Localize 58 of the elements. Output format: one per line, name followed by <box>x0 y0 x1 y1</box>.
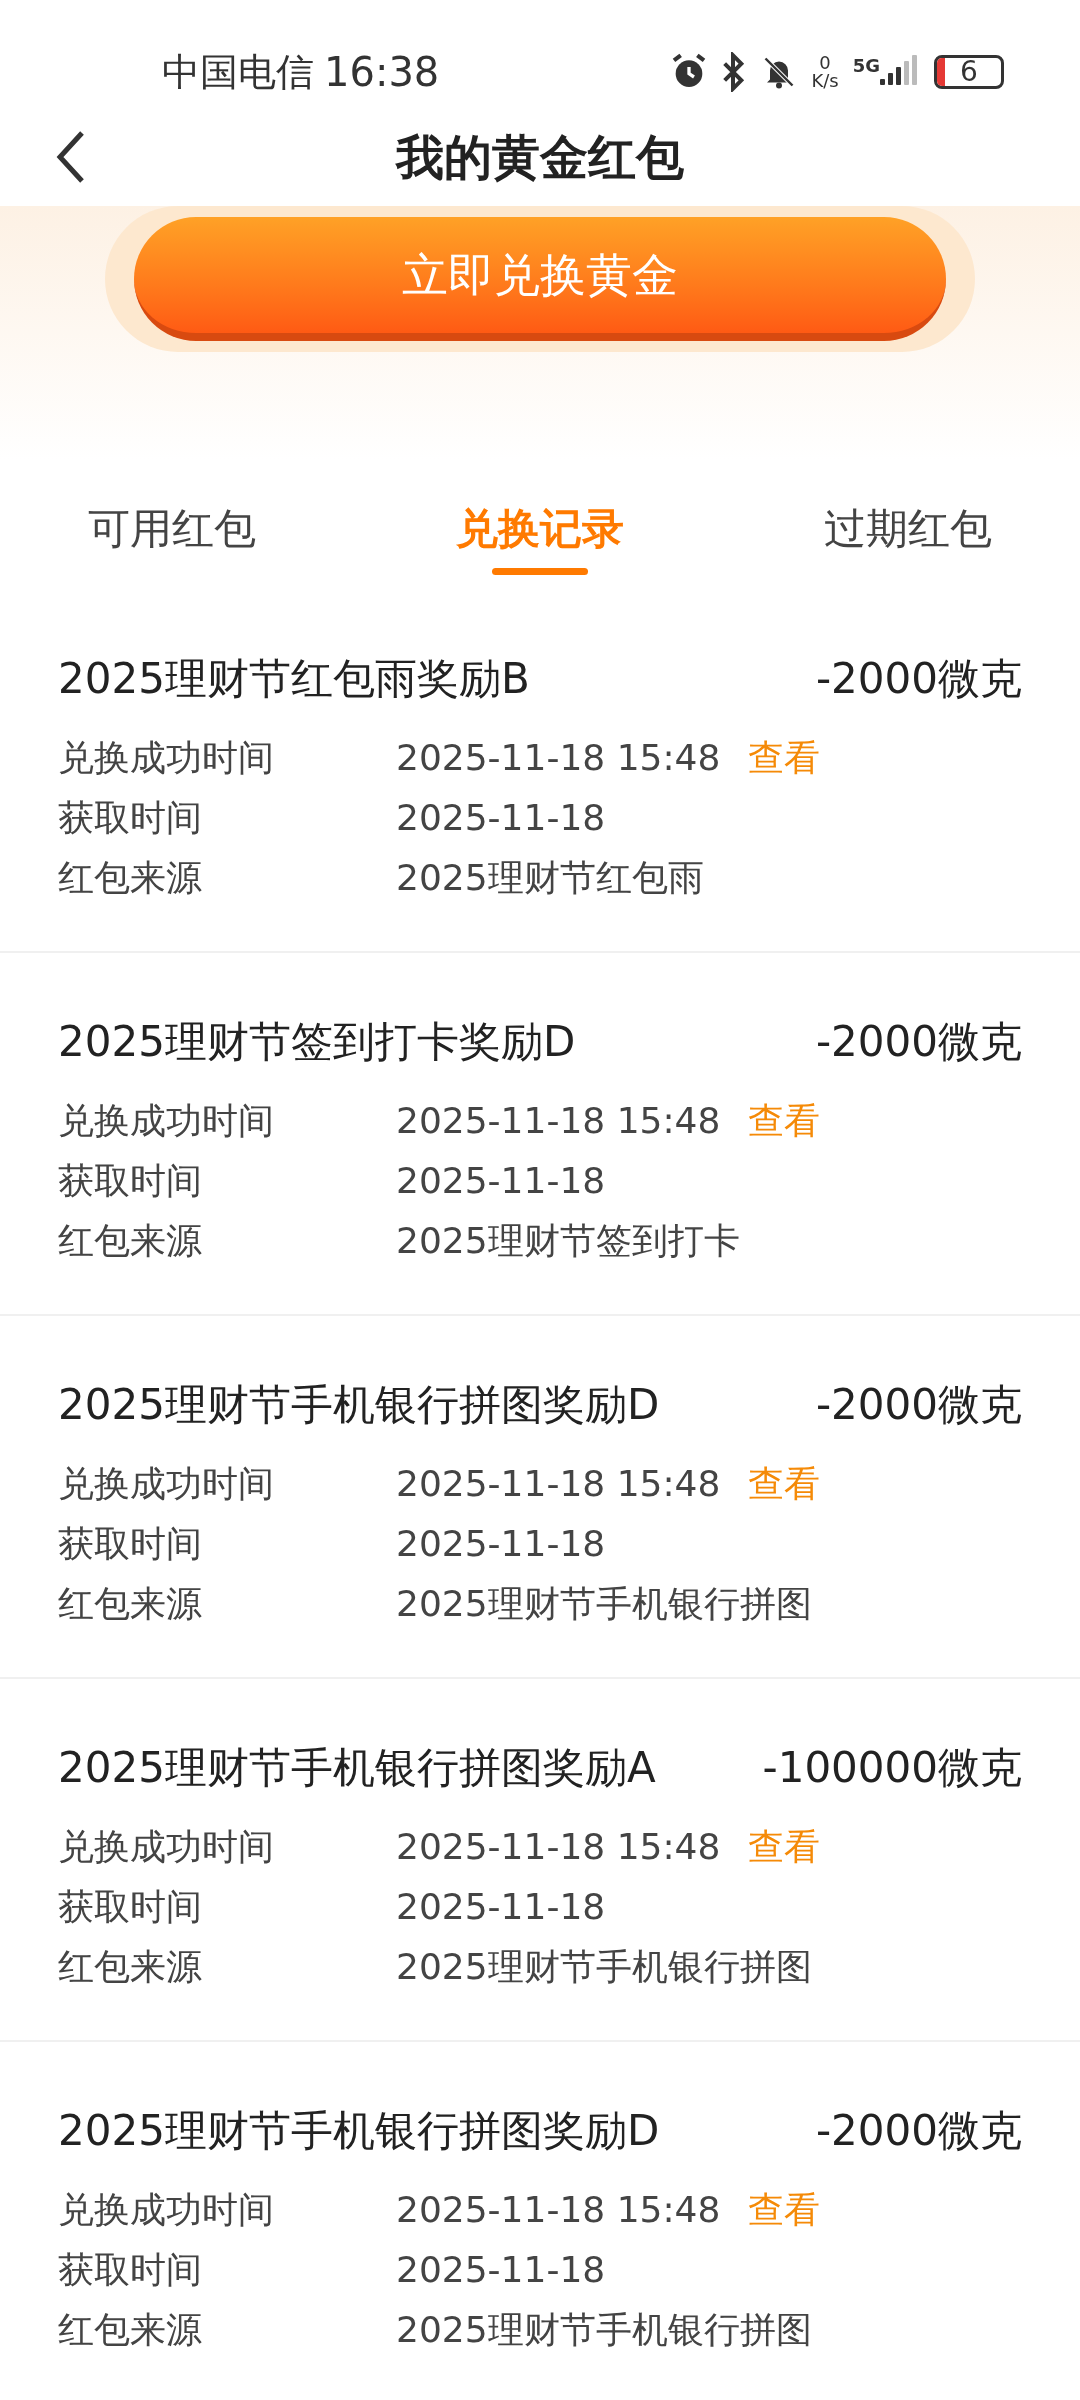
field-label: 红包来源 <box>58 856 203 900</box>
field-label: 获取时间 <box>58 796 203 840</box>
record-title: 2025理财节手机银行拼图奖励D <box>58 1378 660 1431</box>
page-title: 我的黄金红包 <box>396 128 684 187</box>
field-label: 红包来源 <box>58 1219 203 1263</box>
tab[interactable]: 可用红包 <box>88 508 256 575</box>
net-speed-value: 0 <box>819 54 831 72</box>
record-amount: -2000微克 <box>815 1015 1022 1068</box>
field-value: 2025-11-18 <box>396 1159 606 1203</box>
field-label: 红包来源 <box>58 2308 203 2352</box>
field-value: 2025-11-18 15:48 <box>396 736 721 780</box>
bluetooth-icon <box>721 52 746 92</box>
field-label: 获取时间 <box>58 2248 203 2292</box>
record-amount: -2000微克 <box>815 1378 1022 1431</box>
record-title: 2025理财节手机银行拼图奖励A <box>58 1741 656 1794</box>
field-value: 2025理财节手机银行拼图 <box>396 1945 812 1989</box>
record-amount: -2000微克 <box>815 2104 1022 2157</box>
field-label: 红包来源 <box>58 1582 203 1626</box>
view-link[interactable]: 查看 <box>748 1820 821 1874</box>
field-value: 2025理财节红包雨 <box>396 856 704 900</box>
view-link[interactable]: 查看 <box>748 731 821 785</box>
field-label: 兑换成功时间 <box>58 736 275 780</box>
carrier-name: 中国电信 <box>162 48 314 96</box>
record-title: 2025理财节红包雨奖励B <box>58 652 530 705</box>
tab[interactable]: 过期红包 <box>824 508 992 575</box>
view-link[interactable]: 查看 <box>748 1094 821 1148</box>
field-label: 兑换成功时间 <box>58 2188 275 2232</box>
field-value: 2025-11-18 <box>396 1522 606 1566</box>
field-value: 2025-11-18 15:48 <box>396 1462 721 1506</box>
field-label: 红包来源 <box>58 1945 203 1989</box>
view-link[interactable]: 查看 <box>748 2183 821 2237</box>
record-title: 2025理财节手机银行拼图奖励D <box>58 2104 660 2157</box>
field-value: 2025理财节签到打卡 <box>396 1219 740 1263</box>
field-label: 兑换成功时间 <box>58 1825 275 1869</box>
field-label: 获取时间 <box>58 1522 203 1566</box>
tab[interactable]: 兑换记录 <box>456 508 624 575</box>
record-amount: -100000微克 <box>762 1741 1022 1794</box>
record-amount: -2000微克 <box>815 652 1022 705</box>
field-value: 2025-11-18 15:48 <box>396 1099 721 1143</box>
field-value: 2025-11-18 <box>396 2248 606 2292</box>
field-value: 2025-11-18 <box>396 1885 606 1929</box>
view-link[interactable]: 查看 <box>748 1457 821 1511</box>
field-label: 获取时间 <box>58 1885 203 1929</box>
field-label: 兑换成功时间 <box>58 1462 275 1506</box>
network-type: 5G <box>852 54 880 78</box>
field-value: 2025理财节手机银行拼图 <box>396 2308 812 2352</box>
record-title: 2025理财节签到打卡奖励D <box>58 1015 576 1068</box>
field-label: 获取时间 <box>58 1159 203 1203</box>
exchange-button[interactable]: 立即兑换黄金 <box>134 217 946 341</box>
battery-indicator: 6 <box>934 55 1004 89</box>
field-label: 兑换成功时间 <box>58 1099 275 1143</box>
back-icon[interactable] <box>56 130 86 184</box>
field-value: 2025-11-18 15:48 <box>396 1825 721 1869</box>
clock-time: 16:38 <box>324 48 440 97</box>
net-speed-unit: K/s <box>811 72 839 90</box>
field-value: 2025-11-18 <box>396 796 606 840</box>
field-value: 2025理财节手机银行拼图 <box>396 1582 812 1626</box>
field-value: 2025-11-18 15:48 <box>396 2188 721 2232</box>
